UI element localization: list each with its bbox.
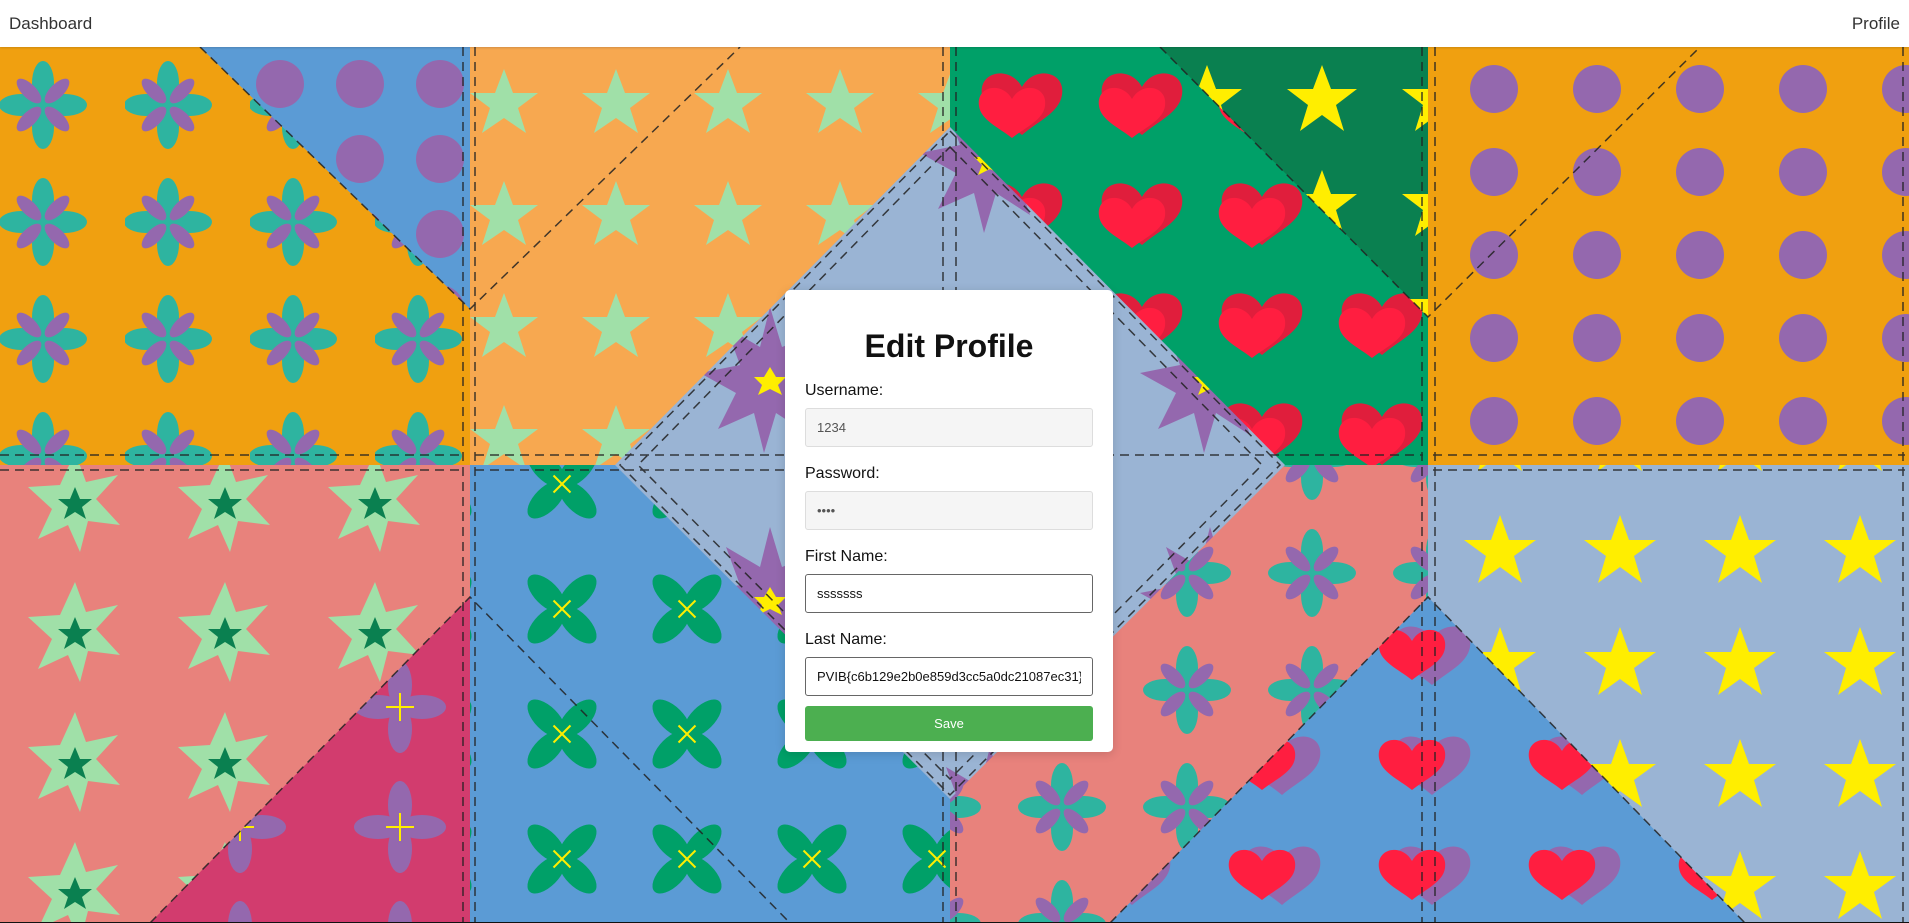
nav-dashboard-link[interactable]: Dashboard: [9, 14, 92, 34]
username-field[interactable]: [805, 408, 1093, 447]
top-navbar: Dashboard Profile: [0, 0, 1909, 47]
username-label: Username:: [805, 382, 884, 399]
save-button[interactable]: Save: [805, 706, 1093, 741]
last-name-label: Last Name:: [805, 631, 887, 648]
edit-profile-card: Edit Profile Username: Password: First N…: [785, 290, 1113, 752]
first-name-field[interactable]: [805, 574, 1093, 613]
first-name-label: First Name:: [805, 548, 888, 565]
nav-profile-link[interactable]: Profile: [1852, 14, 1900, 34]
password-field[interactable]: [805, 491, 1093, 530]
password-label: Password:: [805, 465, 880, 482]
page-title: Edit Profile: [864, 328, 1034, 364]
last-name-field[interactable]: [805, 657, 1093, 696]
